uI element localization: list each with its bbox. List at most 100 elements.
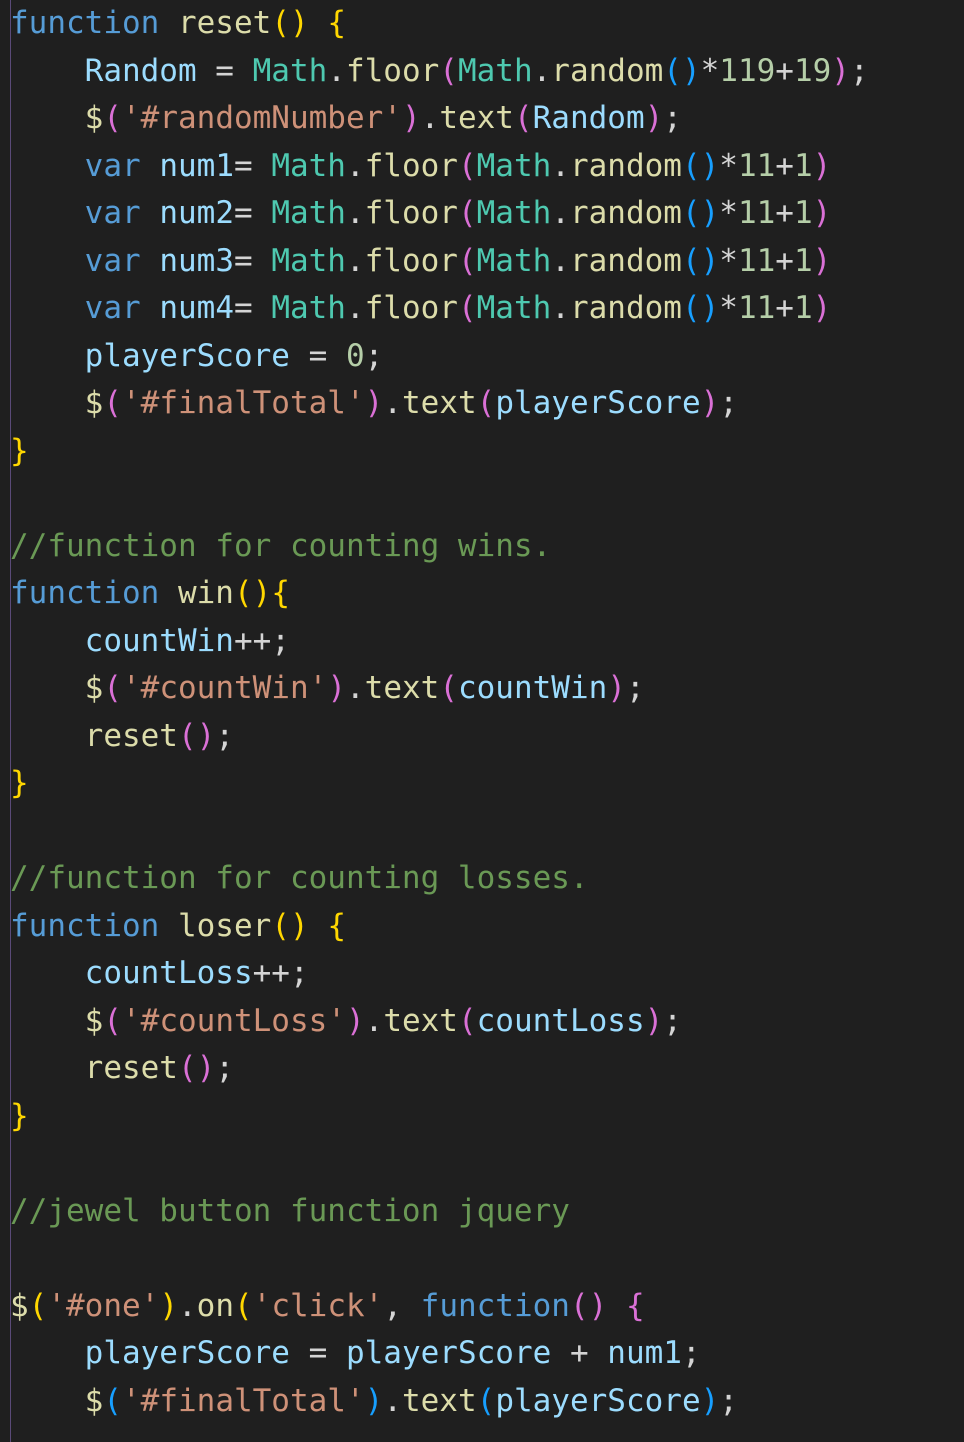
function-token: reset <box>84 1050 178 1086</box>
code-line[interactable]: } <box>10 760 960 808</box>
function-token: floor <box>364 147 458 184</box>
bracket-token: ) <box>644 100 664 136</box>
code-line[interactable]: ​ <box>10 475 960 523</box>
bracket-token: ( <box>513 100 533 136</box>
keyword-token: function <box>10 907 160 944</box>
variable-token: playerScore <box>84 337 290 374</box>
function-token: floor <box>364 195 458 231</box>
code-line[interactable]: reset(); <box>10 1045 960 1093</box>
bracket-token: ( <box>103 1002 122 1039</box>
keyword-token: function <box>10 575 160 611</box>
code-line[interactable]: ​ <box>10 1235 960 1283</box>
punctuation-token: * <box>719 195 738 231</box>
punctuation-token: * <box>719 147 738 184</box>
punctuation-token <box>10 100 85 136</box>
variable-token: countWin <box>457 670 608 706</box>
string-token: '#countWin' <box>122 670 328 706</box>
code-line[interactable]: $('#finalTotal').text(playerScore); <box>10 1378 960 1426</box>
code-line[interactable]: } <box>10 428 960 476</box>
bracket-token: ( <box>457 290 477 326</box>
bracket-token: ( <box>457 1002 477 1039</box>
punctuation-token: = <box>233 290 272 326</box>
code-line[interactable]: countWin++; <box>10 618 960 666</box>
bracket-token: } <box>10 1097 29 1134</box>
code-line[interactable]: var num3= Math.floor(Math.random()*11+1) <box>10 238 960 286</box>
function-token: text <box>364 670 440 706</box>
number-token: 119 <box>719 52 776 89</box>
code-line[interactable]: var num2= Math.floor(Math.random()*11+1) <box>10 190 960 238</box>
class-token: Math <box>457 52 533 89</box>
punctuation-token <box>141 290 160 326</box>
punctuation-token: . <box>345 195 365 231</box>
code-area[interactable]: function reset() { Random = Math.floor(M… <box>10 0 960 1425</box>
class-token: Math <box>476 147 552 184</box>
punctuation-token: . <box>420 100 440 136</box>
punctuation-token <box>159 5 178 41</box>
punctuation-token: . <box>345 290 365 326</box>
class-token: Math <box>252 52 328 89</box>
punctuation-token <box>10 955 85 991</box>
punctuation-token <box>10 623 85 659</box>
punctuation-token <box>10 148 85 184</box>
code-line[interactable]: function reset() { <box>10 0 960 48</box>
bracket-token: ( <box>476 1382 496 1419</box>
code-line[interactable]: $('#countLoss').text(countLoss); <box>10 998 960 1046</box>
class-token: Math <box>476 242 552 279</box>
keyword-token: var <box>84 242 141 279</box>
code-line[interactable]: playerScore = playerScore + num1; <box>10 1330 960 1378</box>
punctuation-token <box>159 908 178 944</box>
punctuation-token: ; <box>849 52 869 89</box>
punctuation-token: . <box>327 52 346 89</box>
function-token: $ <box>84 1382 104 1419</box>
function-token: reset <box>177 5 272 41</box>
bracket-token: ) <box>644 1002 664 1039</box>
string-token: '#one' <box>47 1287 160 1324</box>
code-line[interactable]: var num1= Math.floor(Math.random()*11+1) <box>10 143 960 191</box>
punctuation-token <box>10 1335 85 1371</box>
bracket-token: ( <box>457 147 477 184</box>
bracket-token: ) <box>607 670 626 706</box>
comment-token: //function for counting losses. <box>10 860 589 896</box>
punctuation-token: * <box>700 52 720 89</box>
keyword-token: var <box>84 290 141 326</box>
bracket-token: ( <box>476 385 496 421</box>
function-token: reset <box>84 717 178 754</box>
number-token: 1 <box>793 242 813 279</box>
punctuation-token: * <box>719 290 738 326</box>
punctuation-token: , <box>383 1287 421 1324</box>
variable-token: num3 <box>159 242 234 279</box>
punctuation-token <box>159 575 178 611</box>
code-line[interactable]: reset(); <box>10 713 960 761</box>
bracket-token: ( <box>103 385 122 421</box>
code-editor[interactable]: function reset() { Random = Math.floor(M… <box>0 0 964 1442</box>
variable-token: num4 <box>159 290 234 326</box>
bracket-token: ) <box>831 52 850 89</box>
code-line[interactable]: $('#countWin').text(countWin); <box>10 665 960 713</box>
code-line[interactable]: $('#one').on('click', function() { <box>10 1283 960 1331</box>
bracket-token: () <box>681 242 720 279</box>
punctuation-token: ; <box>364 337 384 374</box>
code-line[interactable]: var num4= Math.floor(Math.random()*11+1) <box>10 285 960 333</box>
code-line[interactable]: function loser() { <box>10 903 960 951</box>
variable-token: playerScore <box>495 385 701 421</box>
code-line[interactable]: $('#finalTotal').text(playerScore); <box>10 380 960 428</box>
punctuation-token <box>10 718 85 754</box>
code-line[interactable]: countLoss++; <box>10 950 960 998</box>
punctuation-token: . <box>551 242 570 279</box>
code-line[interactable]: ​ <box>10 808 960 856</box>
punctuation-token: . <box>383 385 402 421</box>
code-line[interactable]: } <box>10 1093 960 1141</box>
code-line[interactable]: playerScore = 0; <box>10 333 960 381</box>
function-token: text <box>401 385 477 421</box>
code-line[interactable]: Random = Math.floor(Math.random()*119+19… <box>10 48 960 96</box>
code-line[interactable]: //jewel button function jquery <box>10 1188 960 1236</box>
code-line[interactable]: $('#randomNumber').text(Random); <box>10 95 960 143</box>
code-line[interactable]: //function for counting wins. <box>10 523 960 571</box>
code-line[interactable]: ​ <box>10 1140 960 1188</box>
punctuation-token <box>10 1003 85 1039</box>
punctuation-token: + <box>775 147 794 184</box>
code-line[interactable]: function win(){ <box>10 570 960 618</box>
function-token: random <box>569 242 682 279</box>
class-token: Math <box>271 242 346 279</box>
code-line[interactable]: //function for counting losses. <box>10 855 960 903</box>
